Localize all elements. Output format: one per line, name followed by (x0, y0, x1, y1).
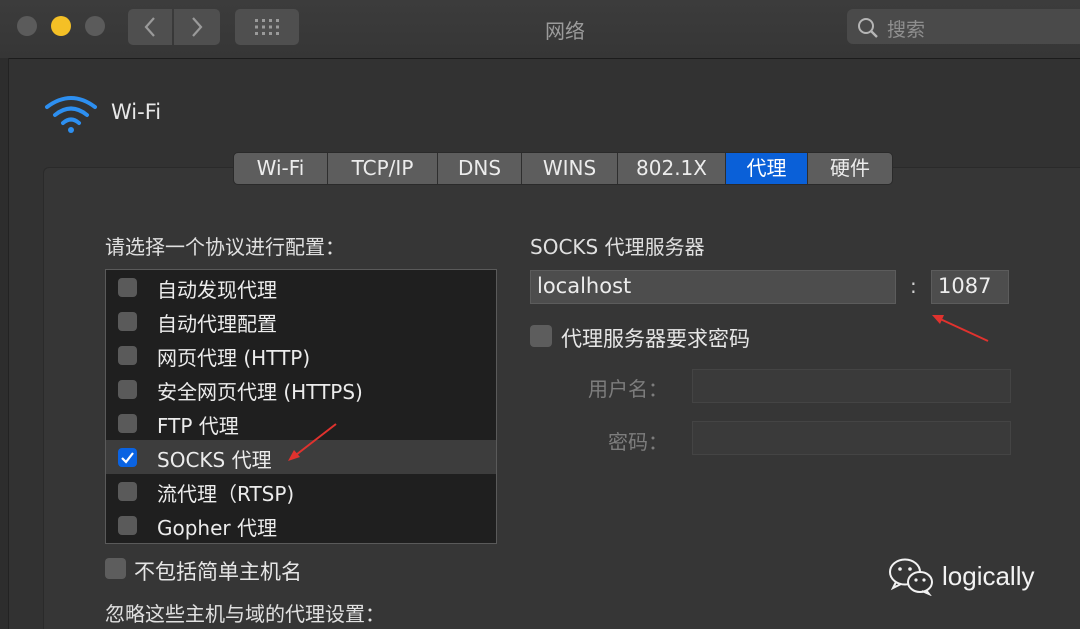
protocol-label: SOCKS 代理 (157, 448, 272, 472)
wechat-icon (889, 558, 933, 596)
annotation-arrow-icon (932, 315, 989, 342)
network-preferences-window: 网络 搜索 Wi-Fi Wi-Fi TCP/IP DNS WINS 802.1X… (0, 0, 1080, 629)
protocol-label: Gopher 代理 (157, 516, 277, 540)
tab-wifi[interactable]: Wi-Fi (234, 153, 328, 184)
protocol-label: 流代理（RTSP) (157, 482, 295, 506)
search-icon (858, 18, 878, 38)
tab-dns[interactable]: DNS (438, 153, 522, 184)
protocol-label: FTP 代理 (157, 414, 239, 438)
interface-name: Wi-Fi (111, 100, 162, 124)
protocol-row-auto-discovery[interactable]: 自动发现代理 (106, 270, 496, 304)
forward-button[interactable] (174, 9, 220, 45)
username-input[interactable] (692, 369, 1011, 403)
window-title: 网络 (545, 19, 585, 43)
password-input[interactable] (692, 421, 1011, 455)
socks-server-heading: SOCKS 代理服务器 (530, 235, 705, 259)
socks-port-input[interactable]: 1087 (931, 270, 1009, 304)
checkbox[interactable] (118, 380, 137, 399)
tab-proxies[interactable]: 代理 (726, 153, 808, 184)
protocol-label: 自动发现代理 (157, 278, 277, 302)
username-label: 用户名： (588, 377, 668, 401)
zoom-window-button[interactable] (85, 16, 105, 36)
tab-bar: Wi-Fi TCP/IP DNS WINS 802.1X 代理 硬件 (233, 152, 893, 185)
wifi-icon (45, 96, 97, 133)
password-label: 密码： (608, 430, 668, 454)
checkbox-checked[interactable] (118, 448, 137, 467)
minimize-window-button[interactable] (51, 16, 71, 36)
requires-password-label: 代理服务器要求密码 (561, 327, 750, 351)
annotation-arrow-icon (288, 423, 337, 461)
back-button[interactable] (128, 9, 172, 45)
search-input[interactable]: 搜索 (847, 9, 1080, 44)
watermark-text: logically (942, 560, 1035, 591)
checkbox[interactable] (118, 278, 137, 297)
protocol-row-gopher[interactable]: Gopher 代理 (106, 508, 496, 542)
search-placeholder: 搜索 (887, 19, 926, 41)
protocol-row-auto-config[interactable]: 自动代理配置 (106, 304, 496, 338)
protocol-label: 自动代理配置 (157, 312, 277, 336)
title-bar: 网络 搜索 (0, 0, 1080, 59)
tab-wins[interactable]: WINS (522, 153, 618, 184)
checkbox[interactable] (118, 414, 137, 433)
show-all-button[interactable] (235, 9, 299, 45)
protocol-list: 自动发现代理 自动代理配置 网页代理 (HTTP) 安全网页代理 (HTTPS)… (105, 269, 497, 544)
protocol-list-heading: 请选择一个协议进行配置： (105, 235, 345, 259)
exclude-simple-hostnames-label: 不包括简单主机名 (134, 560, 302, 584)
protocol-row-rtsp[interactable]: 流代理（RTSP) (106, 474, 496, 508)
chevron-right-icon (192, 17, 203, 37)
checkbox[interactable] (118, 482, 137, 501)
protocol-row-http[interactable]: 网页代理 (HTTP) (106, 338, 496, 372)
socks-host-input[interactable]: localhost (530, 270, 896, 304)
host-port-separator: : (910, 274, 917, 298)
grid-icon (255, 19, 279, 35)
checkmark-icon (121, 452, 134, 464)
checkbox[interactable] (118, 516, 137, 535)
protocol-label: 网页代理 (HTTP) (157, 346, 311, 370)
chevron-left-icon (144, 17, 155, 37)
requires-password-checkbox[interactable] (530, 325, 552, 347)
window-edge (0, 58, 9, 629)
tab-tcpip[interactable]: TCP/IP (328, 153, 438, 184)
tab-hardware[interactable]: 硬件 (808, 153, 892, 184)
exclude-simple-hostnames-checkbox[interactable] (105, 558, 126, 579)
protocol-label: 安全网页代理 (HTTPS) (157, 380, 363, 404)
close-window-button[interactable] (17, 16, 37, 36)
checkbox[interactable] (118, 346, 137, 365)
checkbox[interactable] (118, 312, 137, 331)
tab-8021x[interactable]: 802.1X (618, 153, 726, 184)
bypass-hosts-heading: 忽略这些主机与域的代理设置： (105, 602, 385, 626)
watermark: logically (888, 556, 1035, 596)
protocol-row-https[interactable]: 安全网页代理 (HTTPS) (106, 372, 496, 406)
